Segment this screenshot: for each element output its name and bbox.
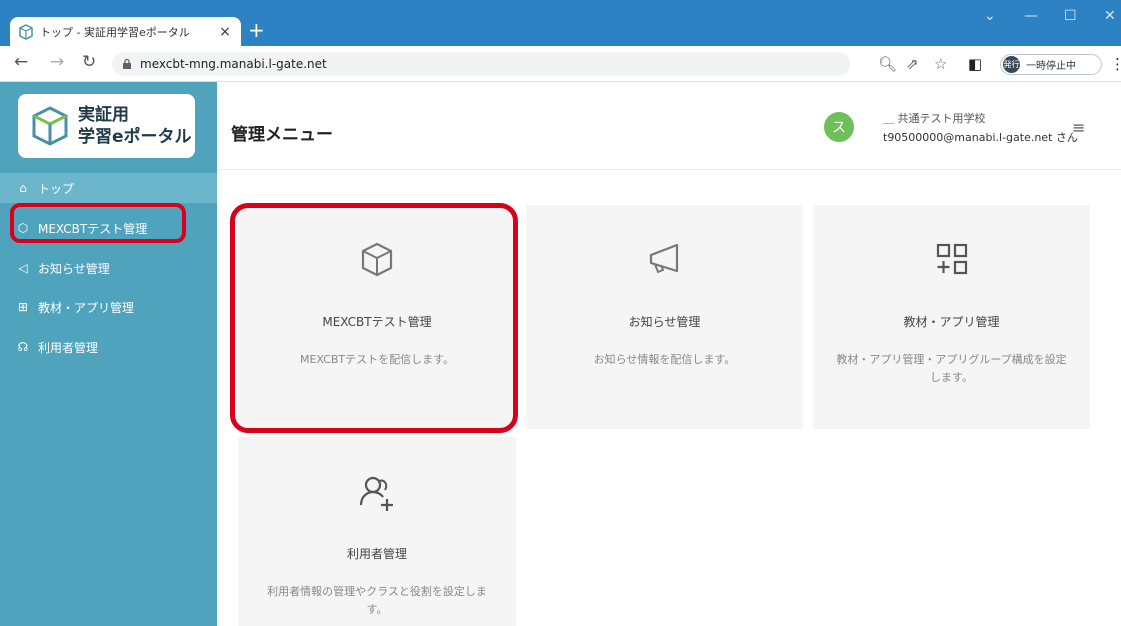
card-title: 教材・アプリ管理 [903, 315, 1000, 329]
browser-toolbar: ← → ↻ mexcbt-mng.manabi.l-gate.net 🔍︎ ⇗ … [0, 46, 1121, 82]
browser-tab[interactable]: トップ - 実証用学習eポータル × [10, 17, 241, 46]
grid-plus-icon: ⊞ [17, 300, 29, 314]
card-description: お知らせ情報を配信します。 [593, 353, 736, 366]
sidebar-item-label: お知らせ管理 [38, 261, 110, 276]
browser-tab-bar: トップ - 実証用学習eポータル × + ⌄ — ☐ ✕ [0, 0, 1121, 46]
tab-search-icon[interactable]: ⌄ [984, 8, 996, 24]
megaphone-icon [649, 243, 678, 274]
zoom-icon[interactable]: 🔍︎ [878, 55, 897, 73]
user-school: ＿ 共通テスト用学校 [883, 112, 986, 125]
megaphone-icon: ◁ [18, 261, 28, 275]
card-notices[interactable]: お知らせ管理 お知らせ情報を配信します。 [526, 205, 803, 429]
sidebar: 実証用 学習eポータル ⌂ トップ ⬡ MEXCBTテスト管理 ◁ お知らせ管理… [0, 82, 217, 626]
page-title: 管理メニュー [231, 125, 333, 145]
lock-icon [123, 58, 131, 69]
portal-logo[interactable]: 実証用 学習eポータル [18, 94, 195, 158]
page-header: 管理メニュー ス ＿ 共通テスト用学校 t90500000@manabi.l-g… [217, 82, 1121, 170]
reload-icon[interactable]: ↻ [82, 52, 96, 72]
sidebar-item-notices[interactable]: ◁ お知らせ管理 [0, 253, 217, 283]
home-icon: ⌂ [19, 181, 27, 195]
user-avatar[interactable]: ス [824, 112, 854, 142]
card-materials[interactable]: 教材・アプリ管理 教材・アプリ管理・アプリグループ構成を設定します。 [813, 205, 1090, 429]
portal-favicon-icon [19, 23, 33, 40]
card-users[interactable]: 利用者管理 利用者情報の管理やクラスと役割を設定します。 [238, 437, 516, 626]
profile-avatar: 発行 [1003, 56, 1020, 73]
card-title: お知らせ管理 [628, 315, 701, 329]
card-title: 利用者管理 [346, 547, 407, 561]
url-text: mexcbt-mng.manabi.l-gate.net [140, 57, 327, 71]
tab-title: トップ - 実証用学習eポータル [40, 25, 190, 39]
new-tab-button[interactable]: + [248, 19, 265, 41]
highlight-card-annotation [230, 203, 518, 433]
side-panel-icon[interactable]: ◧ [968, 55, 982, 73]
portal-logo-icon [32, 106, 68, 146]
sidebar-item-top[interactable]: ⌂ トップ [0, 173, 217, 203]
bookmark-star-icon[interactable]: ☆ [934, 55, 947, 73]
logo-line-1: 実証用 [78, 105, 129, 125]
forward-arrow-icon[interactable]: → [50, 52, 64, 72]
users-add-icon [359, 476, 393, 511]
logo-line-2: 学習eポータル [78, 127, 192, 147]
card-description: 利用者情報の管理やクラスと役割を設定します。 [267, 585, 487, 616]
sidebar-item-users[interactable]: ☊ 利用者管理 [0, 332, 217, 362]
minimize-icon[interactable]: — [1024, 8, 1038, 24]
address-bar[interactable]: mexcbt-mng.manabi.l-gate.net [112, 52, 850, 76]
share-icon[interactable]: ⇗ [906, 55, 919, 73]
paused-label: 一時停止中 [1026, 61, 1076, 72]
close-window-icon[interactable]: ✕ [1104, 8, 1116, 24]
sidebar-item-label: 利用者管理 [38, 340, 99, 355]
sidebar-item-label: 教材・アプリ管理 [38, 300, 135, 315]
close-tab-icon[interactable]: × [217, 24, 233, 40]
user-email: t90500000@manabi.l-gate.net さん [883, 131, 1078, 144]
sidebar-item-label: トップ [38, 181, 75, 196]
profile-paused-button[interactable]: 発行 一時停止中 [1000, 54, 1102, 75]
maximize-icon[interactable]: ☐ [1064, 8, 1077, 24]
highlight-sidebar-annotation [10, 203, 186, 243]
sidebar-item-materials[interactable]: ⊞ 教材・アプリ管理 [0, 292, 217, 322]
users-icon: ☊ [17, 340, 29, 354]
grid-plus-icon [936, 243, 967, 275]
more-menu-icon[interactable]: ⋮ [1110, 55, 1121, 73]
hamburger-menu-icon[interactable]: ≡ [1072, 118, 1085, 137]
back-arrow-icon[interactable]: ← [14, 52, 28, 72]
card-description: 教材・アプリ管理・アプリグループ構成を設定します。 [836, 353, 1067, 384]
